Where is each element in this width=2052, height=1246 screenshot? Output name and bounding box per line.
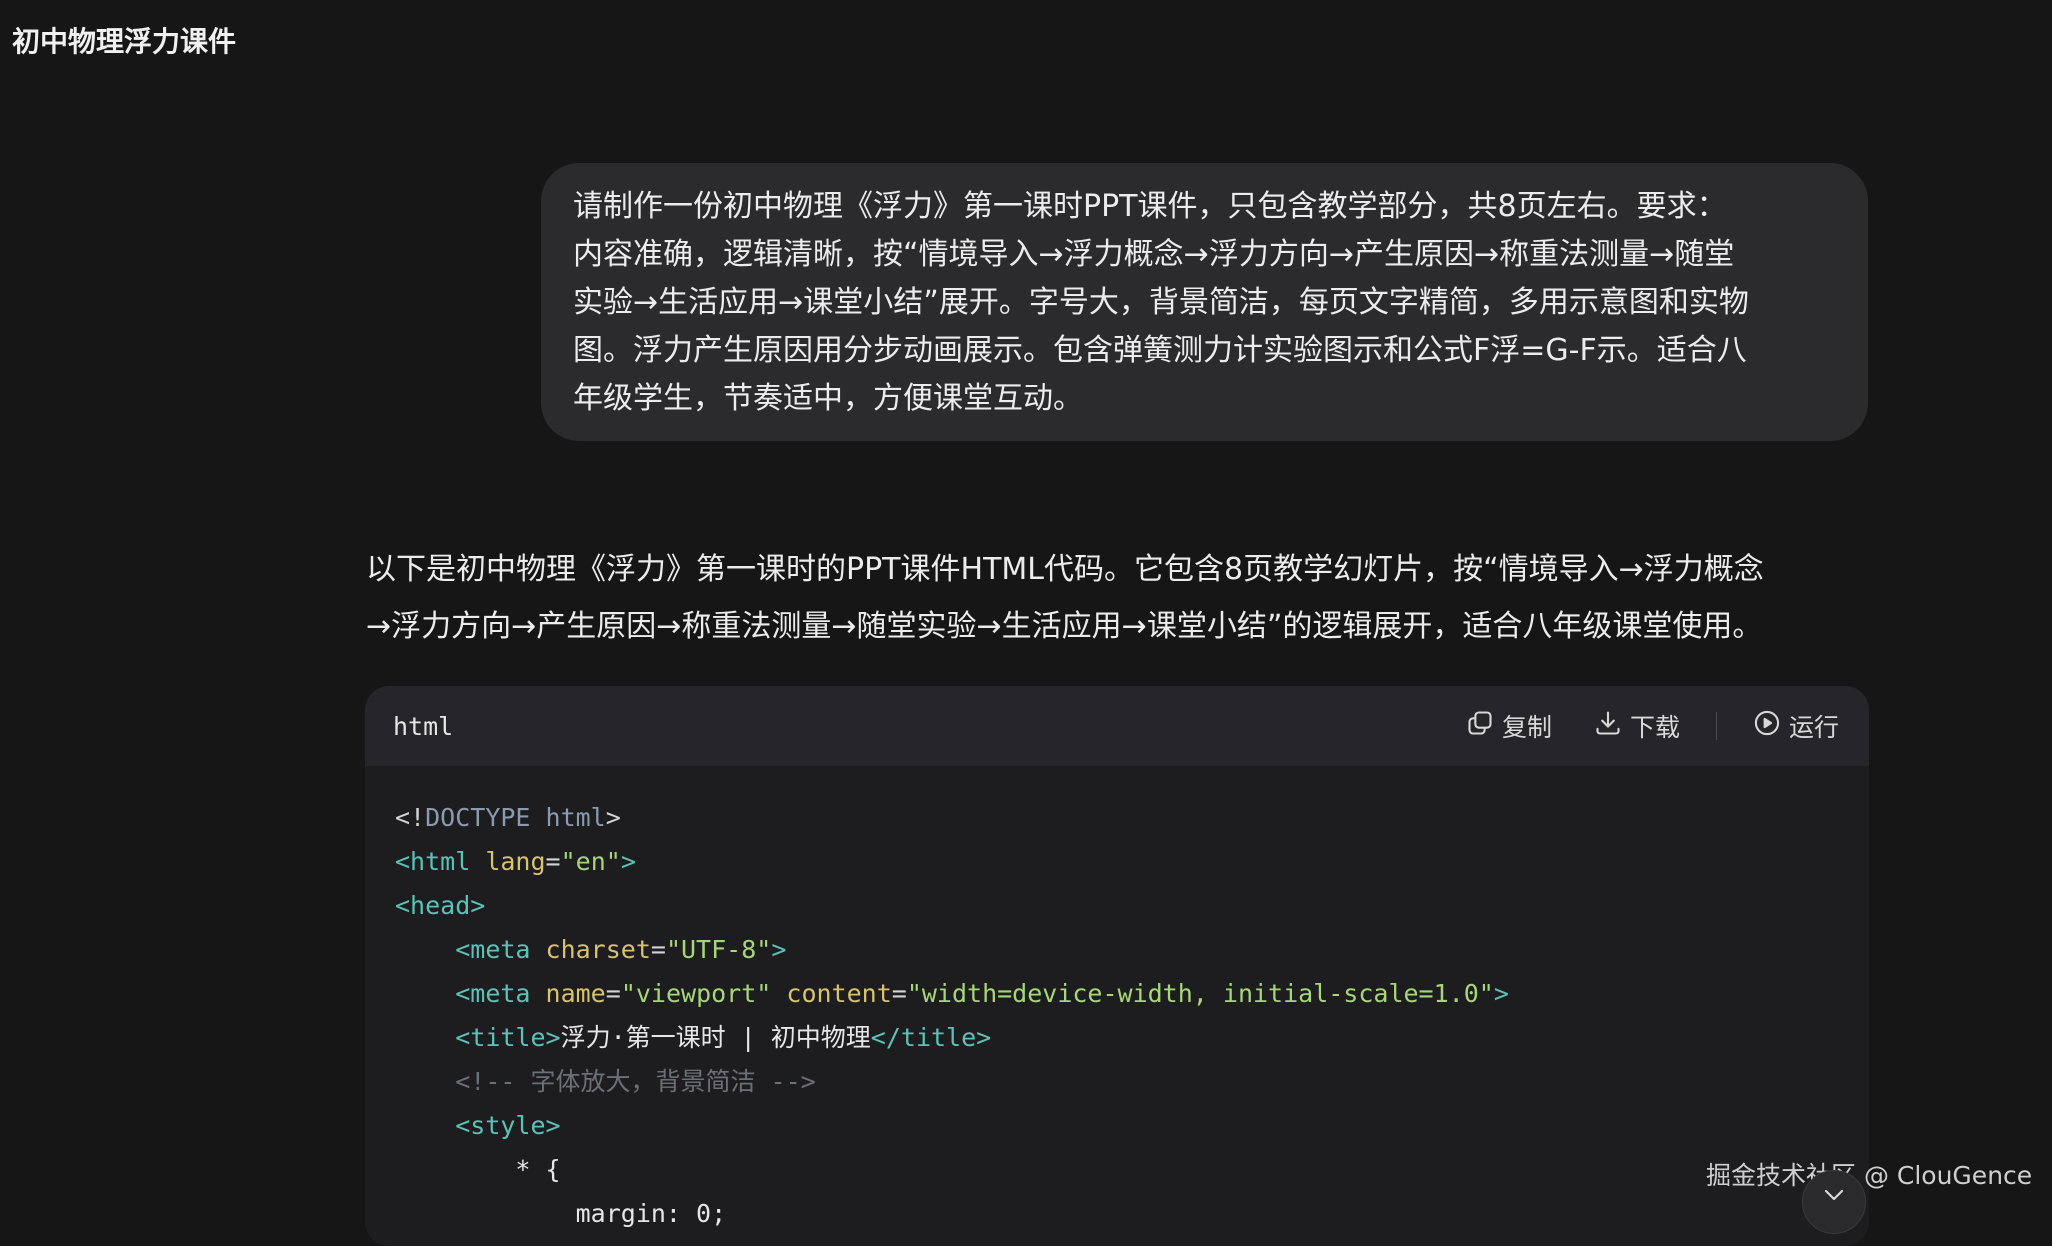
user-message-line: 请制作一份初中物理《浮力》第一课时PPT课件，只包含教学部分，共8页左右。要求： [573,189,1727,224]
code-token: <meta [455,979,546,1008]
code-line: <title>浮力·第一课时 | 初中物理</title> [395,1016,1869,1060]
code-line: <meta name="viewport" content="width=dev… [395,972,1869,1016]
code-token: "viewport" [620,979,787,1008]
user-message-line: 实验→生活应用→课堂小结”展开。字号大，背景简洁，每页文字精简，多用示意图和实物 [573,285,1749,320]
watermark: 掘金技术社区 @ ClouGence [1706,1161,2033,1190]
code-block: html 复制 下载 运行 <!DOCTYPE html> <html lang… [365,686,1869,1246]
user-message-line: 图。浮力产生原因用分步动画展示。包含弹簧测力计实验图示和公式F浮=G-F示。适合… [573,333,1747,368]
code-token: 浮力·第一课时 | 初中物理 [560,1023,871,1052]
code-token: = [891,979,907,1008]
header-divider [1715,712,1717,740]
code-line: <!DOCTYPE html> [395,796,1869,840]
code-token: = [605,979,621,1008]
run-button[interactable]: 运行 [1753,708,1839,744]
code-token: > [1493,979,1509,1008]
code-block-header: html 复制 下载 运行 [365,686,1869,766]
code-line: <html lang="en"> [395,840,1869,884]
copy-icon [1466,709,1494,743]
assistant-message-line: 以下是初中物理《浮力》第一课时的PPT课件HTML代码。它包含8页教学幻灯片，按… [366,552,1764,587]
code-token: "UTF-8" [665,935,772,964]
user-message-line: 年级学生，节奏适中，方便课堂互动。 [573,381,1083,416]
copy-button[interactable]: 复制 [1466,708,1552,744]
code-token: DOCTYPE html [425,803,606,832]
code-token: > [605,803,621,832]
code-token: > [620,847,636,876]
code-token: content [786,979,892,1008]
scroll-down-button[interactable] [1802,1170,1866,1234]
user-message-line: 内容准确，逻辑清晰，按“情境导入→浮力概念→浮力方向→产生原因→称重法测量→随堂 [573,237,1735,272]
code-token: <head> [395,891,486,920]
code-token: <style> [455,1111,561,1140]
code-token: margin: 0; [395,1199,727,1228]
run-button-label: 运行 [1788,713,1839,742]
code-token: <title> [455,1023,561,1052]
page-title: 初中物理浮力课件 [12,25,237,58]
code-token: = [545,847,561,876]
code-token: charset [545,935,651,964]
code-token: <! [395,803,426,832]
code-line: * { [395,1148,1869,1192]
play-circle-icon [1753,709,1781,743]
code-token: </title> [870,1023,992,1052]
assistant-message-line: →浮力方向→产生原因→称重法测量→随堂实验→生活应用→课堂小结”的逻辑展开，适合… [366,609,1763,644]
code-line: <style> [395,1104,1869,1148]
code-line: <head> [395,884,1869,928]
download-icon [1594,709,1622,743]
code-token: name [545,979,606,1008]
code-token: = [650,935,666,964]
assistant-message: 以下是初中物理《浮力》第一课时的PPT课件HTML代码。它包含8页教学幻灯片，按… [366,541,1870,655]
code-token: <!-- 字体放大，背景简洁 --> [455,1067,816,1096]
code-token: "en" [560,847,621,876]
download-button[interactable]: 下载 [1594,708,1680,744]
code-language-label: html [393,711,454,741]
user-message-bubble: 请制作一份初中物理《浮力》第一课时PPT课件，只包含教学部分，共8页左右。要求：… [541,163,1868,441]
code-token: <html [395,847,486,876]
code-content: <!DOCTYPE html> <html lang="en"> <head> <m… [365,766,1869,1236]
copy-button-label: 复制 [1501,713,1552,742]
code-token: lang [485,847,546,876]
code-line: margin: 0; [395,1192,1869,1236]
code-token: <meta [455,935,546,964]
code-line: <meta charset="UTF-8"> [395,928,1869,972]
code-line: <!-- 字体放大，背景简洁 --> [395,1060,1869,1104]
code-token: "width=device-width, initial-scale=1.0" [906,979,1494,1008]
download-button-label: 下载 [1629,713,1680,742]
code-token: > [771,935,787,964]
code-token: * { [395,1155,561,1184]
chevron-down-icon [1823,1187,1845,1206]
